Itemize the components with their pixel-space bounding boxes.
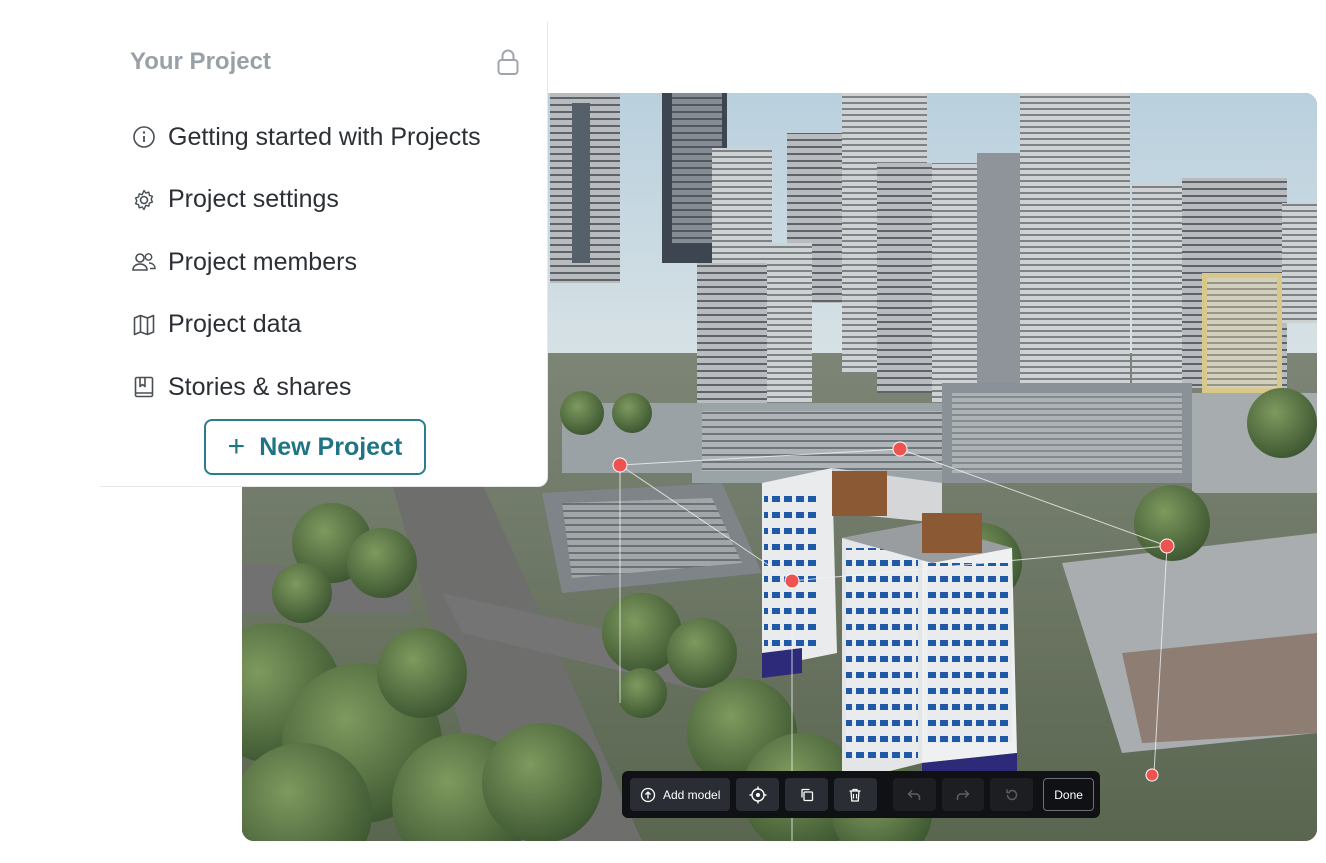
undo-icon: [907, 789, 921, 800]
project-menu: Getting started with Projects Project se…: [130, 106, 481, 419]
menu-item-label: Stories & shares: [168, 372, 352, 401]
add-model-button[interactable]: Add model: [630, 778, 731, 811]
duplicate-icon: [800, 788, 813, 801]
menu-item-project-data[interactable]: Project data: [130, 294, 481, 357]
panel-title: Your Project: [130, 48, 271, 75]
menu-item-label: Getting started with Projects: [168, 122, 481, 151]
book-icon: [130, 373, 158, 401]
duplicate-button[interactable]: [785, 778, 829, 811]
target-icon: [749, 786, 767, 803]
new-project-button[interactable]: + New Project: [204, 419, 426, 475]
new-project-label: New Project: [259, 432, 403, 461]
redo-icon: [956, 789, 970, 800]
model-toolbar: Add model Done: [622, 771, 1100, 818]
menu-item-label: Project data: [168, 310, 302, 339]
app-root: Your Project Getting started with Projec…: [0, 0, 1326, 863]
reset-button[interactable]: [990, 778, 1034, 811]
info-icon: [130, 123, 158, 151]
map-icon: [130, 311, 158, 339]
add-model-label: Add model: [662, 787, 721, 802]
menu-item-label: Project members: [168, 247, 357, 276]
delete-button[interactable]: [834, 778, 877, 811]
menu-item-stories-shares[interactable]: Stories & shares: [130, 356, 481, 419]
gear-icon: [130, 186, 158, 214]
redo-button[interactable]: [941, 778, 985, 811]
menu-item-project-settings[interactable]: Project settings: [130, 169, 481, 232]
menu-item-project-members[interactable]: Project members: [130, 231, 481, 294]
menu-item-label: Project settings: [168, 185, 339, 214]
users-icon: [130, 248, 158, 276]
upload-icon: [640, 787, 656, 802]
done-button[interactable]: Done: [1043, 778, 1094, 811]
locate-button[interactable]: [736, 778, 780, 811]
plus-icon: +: [227, 430, 246, 463]
project-panel: Your Project Getting started with Projec…: [100, 22, 548, 487]
reset-icon: [1006, 789, 1018, 800]
undo-button[interactable]: [892, 778, 936, 811]
trash-icon: [849, 788, 861, 802]
lock-icon[interactable]: [496, 48, 520, 76]
menu-item-getting-started[interactable]: Getting started with Projects: [130, 106, 481, 169]
